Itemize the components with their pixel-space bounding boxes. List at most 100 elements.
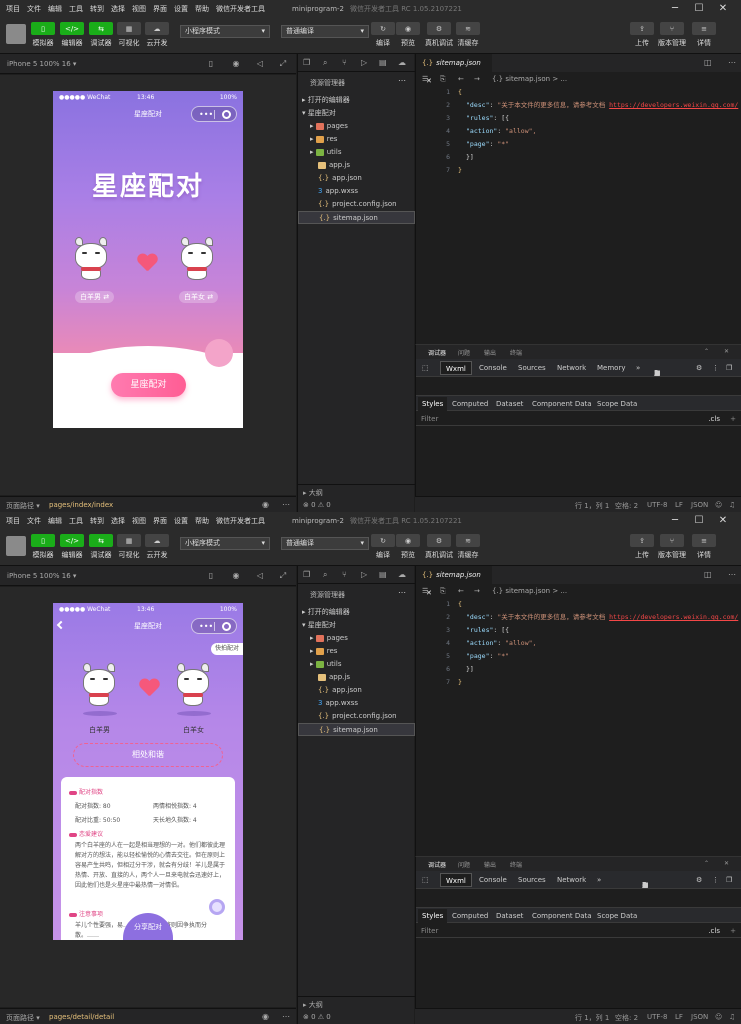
cursor-position[interactable]: 行 1，列 1 (575, 1013, 609, 1023)
female-sign-selector[interactable]: 白羊女 ⇄ (179, 291, 219, 303)
menu-item-goto[interactable]: 转到 (90, 4, 104, 14)
cursor-position[interactable]: 行 1，列 1 (575, 501, 609, 511)
preview-button[interactable]: ◉ 预览 (396, 534, 420, 560)
menu-item-view[interactable]: 视图 (132, 516, 146, 526)
more-icon[interactable]: ••• (199, 110, 213, 119)
close-icon[interactable]: ✕ (724, 348, 729, 355)
files-icon[interactable]: ❐ (303, 570, 310, 579)
bell-icon[interactable]: ♫ (729, 1013, 735, 1021)
tab-terminal[interactable]: 终端 (510, 860, 522, 869)
close-icon[interactable]: ✕ (724, 860, 729, 867)
split-editor-icon[interactable]: ◫ (704, 570, 712, 579)
details-button[interactable]: ≡ 详情 (692, 534, 716, 560)
tab-console[interactable]: Console (479, 876, 507, 884)
tab-problems[interactable]: 问题 (458, 348, 470, 357)
real-device-debug-button[interactable]: ⚙ 真机调试 (425, 22, 453, 48)
dock-icon[interactable]: ❐ (726, 364, 732, 372)
avatar[interactable] (6, 536, 26, 556)
floating-action-button[interactable] (209, 899, 225, 915)
compile-select[interactable]: 普通编译 ▾ (281, 537, 369, 550)
encoding[interactable]: UTF-8 (647, 501, 667, 509)
menu-item-select[interactable]: 选择 (111, 4, 125, 14)
more-icon[interactable]: ⋯ (398, 588, 406, 597)
more-icon[interactable]: ⋯ (728, 58, 736, 67)
more-icon[interactable]: ⋯ (728, 570, 736, 579)
capsule-menu[interactable]: ••• (191, 618, 237, 634)
files-icon[interactable]: ❐ (303, 58, 310, 67)
eye-icon[interactable]: ◉ (262, 500, 269, 509)
menu-item-tools[interactable]: 工具 (69, 516, 83, 526)
menu-item-devtools[interactable]: 微信开发者工具 (216, 516, 265, 526)
more-icon[interactable]: ⋮ (712, 876, 719, 884)
menu-item-goto[interactable]: 转到 (90, 516, 104, 526)
tab-memory[interactable]: Memory (597, 364, 625, 372)
inspect-icon[interactable]: ⬚ (422, 364, 429, 372)
feedback-icon[interactable]: ☺ (715, 1013, 722, 1021)
menu-item-help[interactable]: 帮助 (195, 516, 209, 526)
encoding[interactable]: UTF-8 (647, 1013, 667, 1021)
more-icon[interactable]: ⋯ (398, 76, 406, 85)
line-ending[interactable]: LF (675, 1013, 683, 1021)
eye-icon[interactable]: ◉ (262, 1012, 269, 1021)
menu-item-ui[interactable]: 界面 (153, 516, 167, 526)
tab-sitemap-json[interactable]: {.} sitemap.json ✕ (416, 54, 492, 85)
breadcrumb-path[interactable]: {.} sitemap.json > ... (492, 587, 567, 595)
close-icon[interactable]: ✕ (711, 514, 735, 528)
expand-icon[interactable]: ⤢ (278, 59, 288, 69)
visual-button[interactable]: ▦ 可视化 (117, 534, 141, 560)
tab-dataset[interactable]: Dataset (496, 400, 523, 408)
debugger-button[interactable]: ⇆ 调试器 (89, 534, 113, 560)
preview-button[interactable]: ◉ 预览 (396, 22, 420, 48)
extensions-icon[interactable]: ▤ (379, 58, 387, 67)
file-app-json[interactable]: {.} app.json (298, 172, 415, 185)
cloud-icon[interactable]: ☁ (398, 570, 406, 579)
version-button[interactable]: ⑂ 版本管理 (658, 22, 686, 48)
cloud-icon[interactable]: ☁ (398, 58, 406, 67)
inspect-icon[interactable]: ⬚ (422, 876, 429, 884)
breadcrumb-path[interactable]: {.} sitemap.json > ... (492, 75, 567, 83)
simulator-button[interactable]: ▯ 模拟器 (31, 22, 55, 48)
outline-section[interactable]: ▸ 大纲 (303, 488, 323, 498)
more-icon[interactable]: ⋯ (282, 1012, 290, 1021)
clear-cache-button[interactable]: ≋ 清缓存 (456, 22, 480, 48)
forward-icon[interactable]: → (474, 75, 480, 83)
source-control-icon[interactable]: ⑂ (342, 570, 347, 579)
tab-problems[interactable]: 问题 (458, 860, 470, 869)
expand-icon[interactable]: ⤢ (278, 571, 288, 581)
volume-icon[interactable]: ◁ (255, 571, 265, 581)
cloud-button[interactable]: ☁ 云开发 (145, 534, 169, 560)
clear-cache-button[interactable]: ≋ 清缓存 (456, 534, 480, 560)
folder-utils[interactable]: ▸ utils (298, 146, 415, 159)
language-mode[interactable]: JSON (691, 501, 708, 509)
tab-styles[interactable]: Styles (418, 909, 448, 923)
menu-item-project[interactable]: 项目 (6, 516, 20, 526)
outline-section[interactable]: ▸ 大纲 (303, 1000, 323, 1010)
device-select[interactable]: iPhone 5 100% 16 ▾ (7, 572, 76, 580)
plus-icon[interactable]: + (730, 415, 736, 423)
file-app-wxss[interactable]: 3 app.wxss (298, 185, 415, 198)
file-sitemap-json[interactable]: {.} sitemap.json (298, 723, 415, 736)
search-icon[interactable]: ⌕ (323, 570, 327, 580)
open-editors-section[interactable]: ▸ 打开的编辑器 (298, 94, 415, 107)
styles-filter[interactable]: Filter .cls + (416, 412, 741, 426)
tab-scope-data[interactable]: Scope Data (597, 912, 637, 920)
debugger-button[interactable]: ⇆ 调试器 (89, 22, 113, 48)
open-editors-section[interactable]: ▸ 打开的编辑器 (298, 606, 415, 619)
back-icon[interactable]: ← (458, 75, 464, 83)
project-section[interactable]: ▾ 星座配对 (298, 619, 415, 632)
editor-button[interactable]: </> 编辑器 (60, 22, 84, 48)
project-section[interactable]: ▾ 星座配对 (298, 107, 415, 120)
maximize-icon[interactable]: ☐ (687, 514, 711, 528)
file-sitemap-json[interactable]: {.} sitemap.json (298, 211, 415, 224)
indent-setting[interactable]: 空格: 2 (615, 501, 638, 511)
filter-input[interactable]: Filter (421, 927, 438, 935)
close-icon[interactable]: ✕ (711, 2, 735, 16)
file-app-js[interactable]: app.js (298, 671, 415, 684)
line-ending[interactable]: LF (675, 501, 683, 509)
compile-button[interactable]: ↻ 编译 (371, 534, 395, 560)
avatar[interactable] (6, 24, 26, 44)
menu-item-settings[interactable]: 设置 (174, 516, 188, 526)
menu-item-settings[interactable]: 设置 (174, 4, 188, 14)
close-circle-icon[interactable] (222, 622, 231, 631)
minimize-icon[interactable]: ─ (663, 514, 687, 528)
